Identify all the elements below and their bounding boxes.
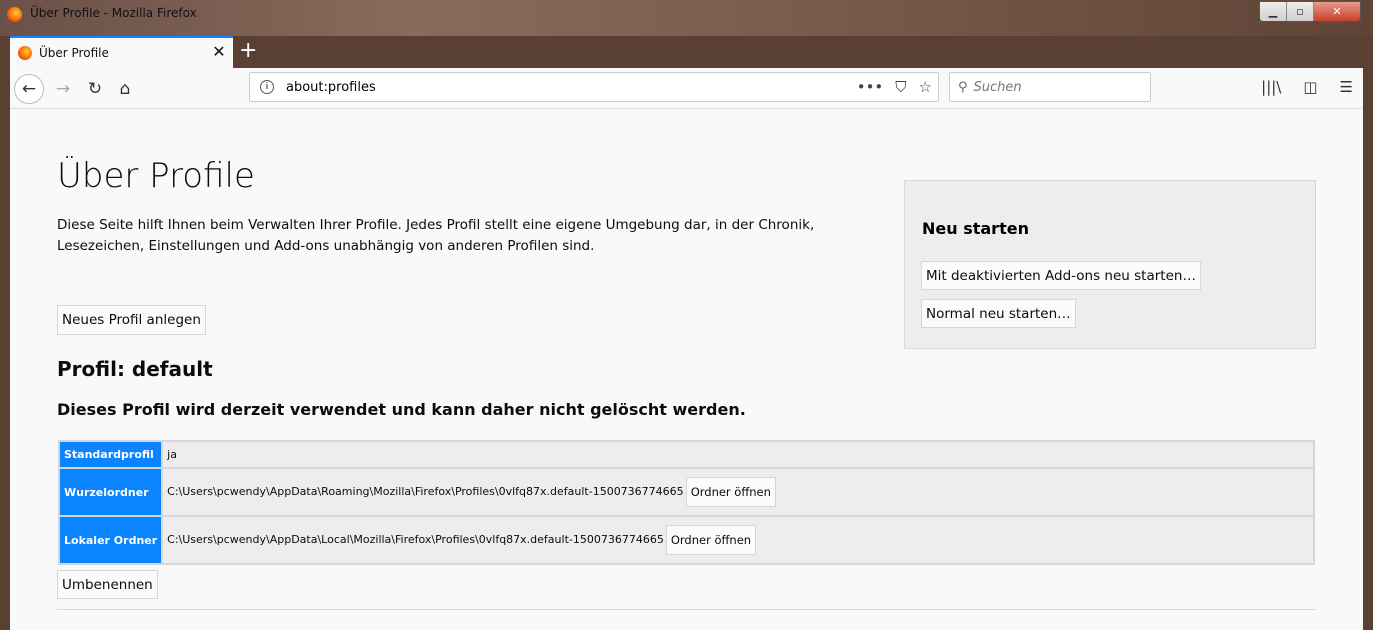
search-placeholder: Suchen bbox=[973, 79, 1022, 95]
sidebar-icon[interactable]: ◫ bbox=[1303, 78, 1317, 96]
restart-normal-button[interactable]: Normal neu starten… bbox=[921, 299, 1076, 328]
library-icon[interactable]: |||\ bbox=[1261, 78, 1281, 96]
close-window-button[interactable]: ✕ bbox=[1314, 2, 1360, 21]
in-use-notice: Dieses Profil wird derzeit verwendet und… bbox=[57, 400, 746, 419]
reload-button[interactable]: ↻ bbox=[80, 74, 110, 104]
search-icon: ⚲ bbox=[958, 79, 968, 95]
row-value: ja bbox=[163, 442, 1313, 467]
profile-heading: Profil: default bbox=[57, 357, 213, 381]
tab-bar: Über Profile ✕ + bbox=[10, 36, 1363, 68]
title-bar: Über Profile - Mozilla Firefox ▁ ▫ ✕ bbox=[0, 0, 1373, 36]
open-folder-button[interactable]: Ordner öffnen bbox=[665, 525, 757, 555]
rename-button[interactable]: Umbenennen bbox=[57, 570, 158, 599]
open-folder-button[interactable]: Ordner öffnen bbox=[685, 477, 776, 507]
forward-button[interactable]: → bbox=[48, 74, 78, 104]
navigation-toolbar: ← → ↻ ⌂ i about:profiles ••• ⛉ ☆ ⚲ Suche… bbox=[10, 68, 1363, 109]
url-text[interactable]: about:profiles bbox=[286, 80, 376, 95]
page-actions-icon[interactable]: ••• bbox=[857, 78, 884, 96]
new-profile-button[interactable]: Neues Profil anlegen bbox=[57, 305, 206, 335]
divider bbox=[57, 609, 1316, 610]
row-value: C:\Users\pcwendy\AppData\Roaming\Mozilla… bbox=[167, 485, 684, 498]
menu-icon[interactable]: ☰ bbox=[1340, 78, 1353, 96]
window-title: Über Profile - Mozilla Firefox bbox=[30, 6, 197, 20]
row-label: Wurzelordner bbox=[60, 469, 162, 515]
table-row: Wurzelordner C:\Users\pcwendy\AppData\Ro… bbox=[60, 469, 1313, 515]
firefox-logo-icon bbox=[7, 7, 22, 22]
window-controls: ▁ ▫ ✕ bbox=[1259, 1, 1361, 22]
info-icon[interactable]: i bbox=[260, 80, 274, 94]
tab-label: Über Profile bbox=[39, 46, 109, 60]
page-title: Über Profile bbox=[57, 156, 255, 196]
page-content: Über Profile Diese Seite hilft Ihnen bei… bbox=[10, 109, 1363, 630]
intro-text: Diese Seite hilft Ihnen beim Verwalten I… bbox=[57, 217, 815, 254]
back-button[interactable]: ← bbox=[14, 74, 44, 104]
restart-panel: Neu starten Mit deaktivierten Add-ons ne… bbox=[904, 180, 1316, 349]
table-row: Standardprofil ja bbox=[60, 442, 1313, 467]
profile-table: Standardprofil ja Wurzelordner C:\Users\… bbox=[58, 440, 1315, 565]
close-tab-icon[interactable]: ✕ bbox=[209, 42, 229, 61]
firefox-favicon-icon bbox=[18, 46, 32, 60]
row-value: C:\Users\pcwendy\AppData\Local\Mozilla\F… bbox=[167, 533, 664, 546]
home-button[interactable]: ⌂ bbox=[110, 74, 140, 104]
restart-safe-mode-button[interactable]: Mit deaktivierten Add-ons neu starten… bbox=[921, 261, 1201, 290]
maximize-button[interactable]: ▫ bbox=[1287, 2, 1314, 21]
minimize-button[interactable]: ▁ bbox=[1260, 2, 1287, 21]
search-input[interactable]: ⚲ Suchen bbox=[949, 72, 1151, 102]
pocket-icon[interactable]: ⛉ bbox=[895, 78, 906, 96]
restart-heading: Neu starten bbox=[922, 219, 1029, 238]
new-tab-button[interactable]: + bbox=[239, 38, 257, 63]
tab-about-profiles[interactable]: Über Profile ✕ bbox=[10, 36, 233, 68]
row-label: Lokaler Ordner bbox=[60, 517, 162, 563]
row-label: Standardprofil bbox=[60, 442, 162, 467]
bookmark-star-icon[interactable]: ☆ bbox=[919, 78, 932, 96]
table-row: Lokaler Ordner C:\Users\pcwendy\AppData\… bbox=[60, 517, 1313, 563]
url-bar[interactable]: i about:profiles ••• ⛉ ☆ bbox=[249, 72, 939, 102]
